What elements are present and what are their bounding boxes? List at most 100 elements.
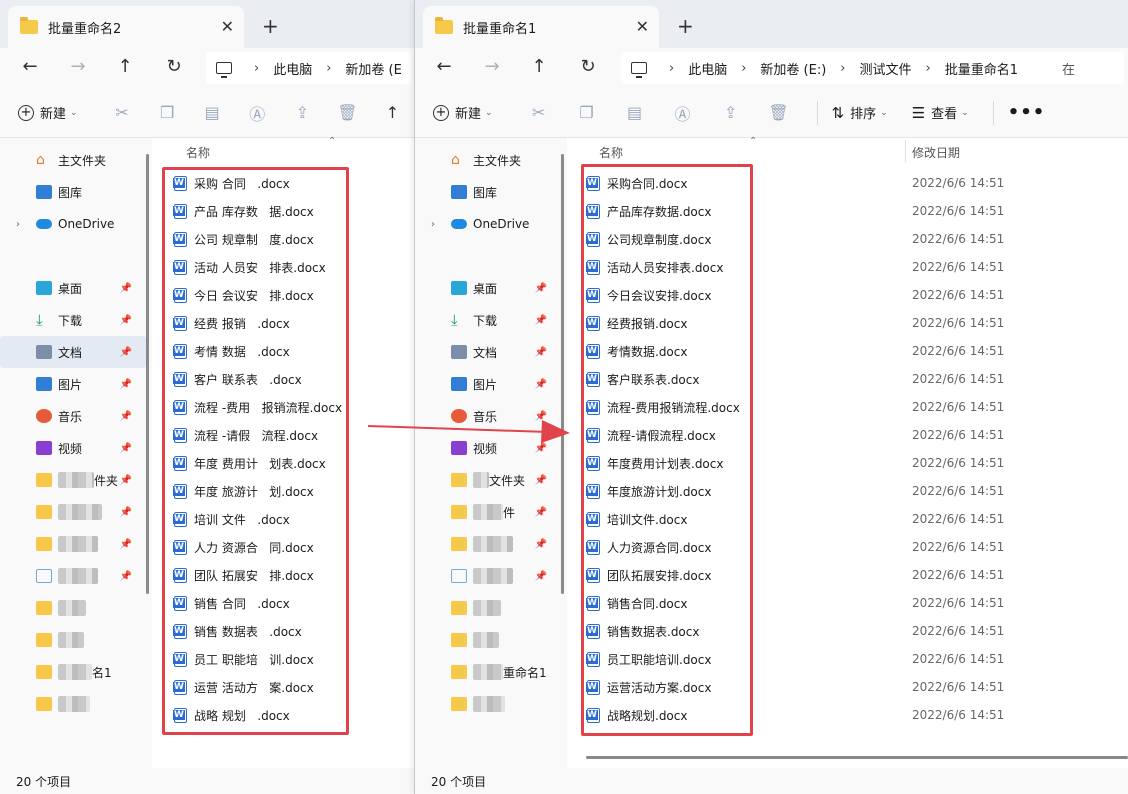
- cut-icon[interactable]: ✂: [100, 103, 145, 122]
- sidebar-item-downloads[interactable]: ⤓ 下载 📌: [415, 304, 561, 336]
- sidebar-item-blurred[interactable]: [0, 688, 146, 720]
- sidebar-item-blurred[interactable]: [415, 688, 561, 720]
- close-icon[interactable]: ✕: [221, 17, 234, 36]
- pin-icon[interactable]: 📌: [535, 379, 547, 390]
- sidebar-item-blurred[interactable]: 重命名1: [415, 656, 561, 688]
- horizontal-scrollbar[interactable]: [586, 756, 1128, 759]
- sidebar-item-blurred[interactable]: 件 📌: [415, 496, 561, 528]
- pin-icon[interactable]: 📌: [535, 347, 547, 358]
- pin-icon[interactable]: 📌: [535, 571, 547, 582]
- sidebar-item-blurred[interactable]: [0, 624, 146, 656]
- sidebar-item-blurred[interactable]: 📌: [0, 496, 146, 528]
- pin-icon[interactable]: 📌: [120, 443, 132, 454]
- forward-arrow-icon[interactable]: →: [66, 56, 90, 77]
- refresh-icon[interactable]: ↻: [162, 56, 186, 77]
- tab-active[interactable]: 批量重命名2 ✕: [8, 6, 244, 48]
- sidebar-item-pictures[interactable]: 图片 📌: [0, 368, 146, 400]
- cut-icon[interactable]: ✂: [515, 103, 563, 122]
- column-header-date[interactable]: 修改日期: [912, 144, 960, 161]
- column-header-name[interactable]: 名称: [186, 144, 210, 161]
- chevron-right-icon[interactable]: ›: [431, 219, 435, 230]
- sidebar-item-documents[interactable]: 文档 📌: [0, 336, 146, 368]
- new-button[interactable]: + 新建 ⌄: [18, 103, 78, 122]
- tab-active[interactable]: 批量重命名1 ✕: [423, 6, 659, 48]
- sidebar-item-blurred[interactable]: [0, 592, 146, 624]
- paste-icon[interactable]: ▤: [190, 103, 235, 122]
- breadcrumb-item[interactable]: 此电脑: [273, 59, 312, 78]
- sidebar-item-recycle[interactable]: 📌: [415, 560, 561, 592]
- new-tab-button[interactable]: +: [677, 14, 694, 38]
- copy-icon[interactable]: ❐: [145, 103, 190, 122]
- column-divider[interactable]: [905, 140, 906, 162]
- pin-icon[interactable]: 📌: [120, 315, 132, 326]
- breadcrumb-item[interactable]: 新加卷 (E:): [760, 59, 826, 78]
- sidebar-item-desktop[interactable]: 桌面 📌: [0, 272, 146, 304]
- sidebar-item-onedrive[interactable]: › OneDrive: [0, 208, 146, 240]
- breadcrumb-item[interactable]: 批量重命名1: [945, 59, 1018, 78]
- pin-icon[interactable]: 📌: [120, 411, 132, 422]
- search-box-placeholder[interactable]: 在: [1062, 59, 1075, 78]
- sidebar-item-blurred[interactable]: 📌: [0, 528, 146, 560]
- sidebar-item-gallery[interactable]: 图库: [0, 176, 146, 208]
- copy-icon[interactable]: ❐: [563, 103, 611, 122]
- breadcrumb-item[interactable]: 此电脑: [688, 59, 727, 78]
- back-arrow-icon[interactable]: ←: [432, 56, 456, 77]
- sidebar-item-gallery[interactable]: 图库: [415, 176, 561, 208]
- paste-icon[interactable]: ▤: [611, 103, 659, 122]
- sidebar-item-pictures[interactable]: 图片 📌: [415, 368, 561, 400]
- share-icon[interactable]: ⇪: [707, 103, 755, 122]
- more-options-icon[interactable]: •••: [1008, 102, 1046, 123]
- sidebar-item-blurred[interactable]: 📌: [415, 528, 561, 560]
- pin-icon[interactable]: 📌: [535, 315, 547, 326]
- pin-icon[interactable]: 📌: [535, 475, 547, 486]
- sidebar-item-videos[interactable]: 视频 📌: [0, 432, 146, 464]
- sidebar-item-documents[interactable]: 文档 📌: [415, 336, 561, 368]
- sidebar-item-home[interactable]: ⌂ 主文件夹: [415, 144, 561, 176]
- sidebar-item-desktop[interactable]: 桌面 📌: [415, 272, 561, 304]
- sidebar-item-blurred[interactable]: [415, 592, 561, 624]
- up-arrow-icon[interactable]: ↑: [527, 56, 551, 77]
- back-arrow-icon[interactable]: ←: [18, 56, 42, 77]
- sidebar-item-recycle[interactable]: 📌: [0, 560, 146, 592]
- view-button[interactable]: ☰ 查看 ⌄: [912, 103, 969, 123]
- pin-icon[interactable]: 📌: [120, 379, 132, 390]
- share-icon[interactable]: ⇪: [280, 103, 325, 122]
- rename-icon[interactable]: Ⓐ: [659, 101, 707, 125]
- rename-icon[interactable]: Ⓐ: [235, 101, 280, 125]
- sidebar-item-blurred[interactable]: [415, 624, 561, 656]
- breadcrumb-item[interactable]: 新加卷 (E: [345, 59, 401, 78]
- sidebar-item-music[interactable]: 音乐 📌: [0, 400, 146, 432]
- up-arrow-icon[interactable]: ↑: [113, 56, 137, 77]
- chevron-right-icon[interactable]: ›: [16, 219, 20, 230]
- pin-icon[interactable]: 📌: [120, 347, 132, 358]
- forward-arrow-icon[interactable]: →: [480, 56, 504, 77]
- pin-icon[interactable]: 📌: [120, 283, 132, 294]
- pin-icon[interactable]: 📌: [120, 507, 132, 518]
- sidebar-item-downloads[interactable]: ⤓ 下载 📌: [0, 304, 146, 336]
- delete-icon[interactable]: 🗑: [755, 103, 803, 122]
- sidebar-item-blurred[interactable]: 件夹 📌: [0, 464, 146, 496]
- sort-button[interactable]: ⇅ 排序 ⌄: [832, 103, 888, 123]
- pin-icon[interactable]: 📌: [535, 507, 547, 518]
- sidebar-scrollbar[interactable]: [146, 154, 149, 594]
- pin-icon[interactable]: 📌: [120, 539, 132, 550]
- sidebar-item-onedrive[interactable]: › OneDrive: [415, 208, 561, 240]
- sidebar-item-blurred[interactable]: 文件夹 📌: [415, 464, 561, 496]
- sidebar-item-blurred[interactable]: 名1: [0, 656, 146, 688]
- breadcrumb-item[interactable]: 测试文件: [860, 59, 912, 78]
- sidebar-scrollbar[interactable]: [561, 154, 564, 594]
- sidebar-item-home[interactable]: ⌂ 主文件夹: [0, 144, 146, 176]
- new-button[interactable]: + 新建 ⌄: [433, 103, 493, 122]
- column-header-name[interactable]: 名称: [599, 144, 623, 161]
- delete-icon[interactable]: 🗑: [325, 103, 370, 122]
- pin-icon[interactable]: 📌: [535, 539, 547, 550]
- address-bar[interactable]: › 此电脑 › 新加卷 (E: [206, 52, 411, 84]
- sort-icon[interactable]: ↑: [370, 103, 415, 122]
- pin-icon[interactable]: 📌: [120, 571, 132, 582]
- new-tab-button[interactable]: +: [262, 14, 279, 38]
- close-icon[interactable]: ✕: [636, 17, 649, 36]
- refresh-icon[interactable]: ↻: [576, 56, 600, 77]
- address-bar[interactable]: › 此电脑 › 新加卷 (E:) › 测试文件 › 批量重命名1 在: [621, 52, 1124, 84]
- pin-icon[interactable]: 📌: [120, 475, 132, 486]
- pin-icon[interactable]: 📌: [535, 283, 547, 294]
